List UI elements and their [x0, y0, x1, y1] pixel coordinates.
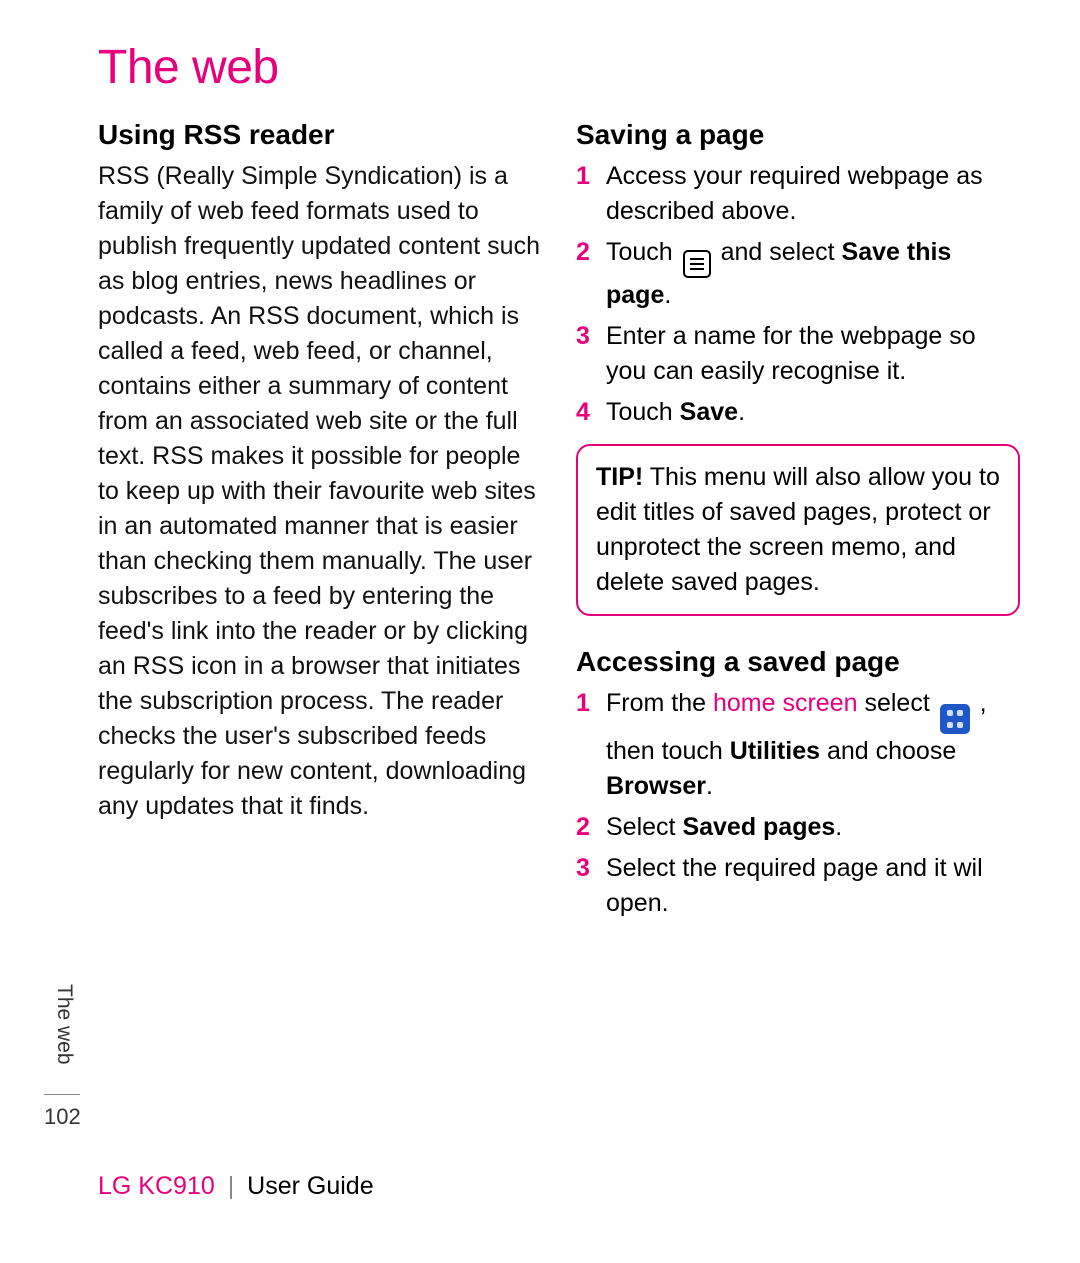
step2-end: . [664, 281, 671, 309]
tip-box: TIP! This menu will also allow you to ed… [576, 444, 1020, 616]
as1-end: . [706, 772, 713, 800]
rss-body: RSS (Really Simple Syndication) is a fam… [98, 159, 542, 824]
menu-icon [683, 250, 711, 278]
as2-end: . [835, 813, 842, 841]
accessing-heading: Accessing a saved page [576, 646, 1020, 678]
tip-text: This menu will also allow you to edit ti… [596, 463, 1000, 596]
tip-label: TIP! [596, 463, 643, 491]
step4-bold: Save [680, 398, 738, 426]
right-column: Saving a page Access your required webpa… [576, 119, 1020, 927]
accessing-step-3: Select the required page and it wil open… [576, 851, 1020, 921]
as1-mid2: and choose [820, 737, 956, 765]
as2-bold: Saved pages [682, 813, 835, 841]
as1-pink: home screen [713, 689, 858, 717]
as2-pre: Select [606, 813, 682, 841]
apps-icon [940, 704, 970, 734]
footer: LG KC910 | User Guide [98, 1172, 374, 1201]
side-section-label: The web [52, 984, 76, 1065]
two-column-layout: Using RSS reader RSS (Really Simple Synd… [98, 119, 1020, 927]
as1-bold2: Browser [606, 772, 706, 800]
accessing-step-1: From the home screen select , then touch… [576, 686, 1020, 804]
saving-step-2: Touch and select Save this page. [576, 235, 1020, 313]
saving-step-1: Access your required webpage as describe… [576, 159, 1020, 229]
left-column: Using RSS reader RSS (Really Simple Synd… [98, 119, 542, 927]
step2-mid: and select [714, 238, 842, 266]
footer-model: LG KC910 [98, 1172, 215, 1200]
as1-pre: From the [606, 689, 713, 717]
step4-end: . [738, 398, 745, 426]
step4-pre: Touch [606, 398, 680, 426]
accessing-step-2: Select Saved pages. [576, 810, 1020, 845]
saving-step-4: Touch Save. [576, 395, 1020, 430]
as1-mid: select [858, 689, 937, 717]
footer-separator: | [228, 1172, 235, 1200]
saving-heading: Saving a page [576, 119, 1020, 151]
as1-bold1: Utilities [730, 737, 820, 765]
step2-pre: Touch [606, 238, 680, 266]
saving-step-3: Enter a name for the webpage so you can … [576, 319, 1020, 389]
accessing-steps: From the home screen select , then touch… [576, 686, 1020, 921]
saving-steps: Access your required webpage as describe… [576, 159, 1020, 430]
page-content: The web Using RSS reader RSS (Really Sim… [0, 0, 1080, 1263]
rss-heading: Using RSS reader [98, 119, 542, 151]
page-number: 102 [44, 1104, 81, 1130]
page-title: The web [98, 40, 1020, 95]
footer-guide: User Guide [247, 1172, 373, 1200]
